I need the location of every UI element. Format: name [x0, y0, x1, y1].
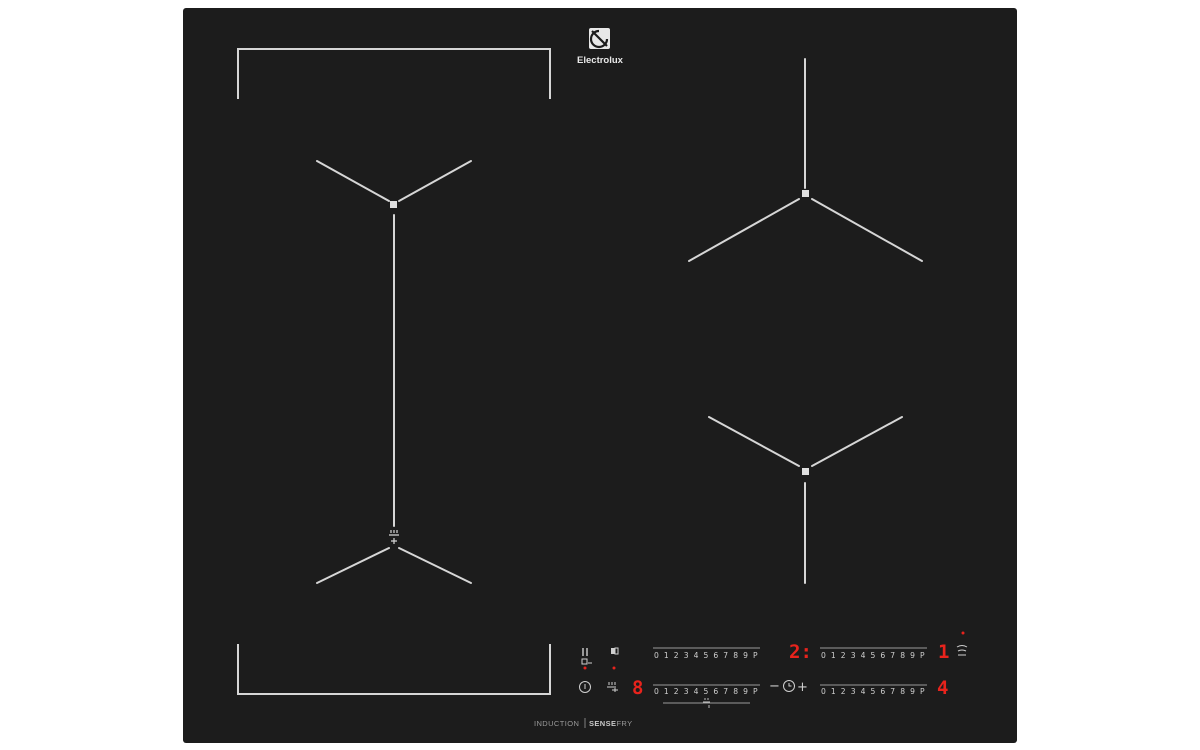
slider-level-7[interactable]: 7	[723, 651, 728, 660]
slider-level-1[interactable]: 1	[664, 651, 669, 660]
timer-minus-button[interactable]: −	[769, 679, 780, 694]
slider-level-5[interactable]: 5	[871, 687, 876, 696]
right-top-zone	[688, 58, 923, 262]
slider-level-2[interactable]: 2	[674, 651, 679, 660]
slider-level-0[interactable]: 0	[654, 651, 659, 660]
slider-level-2[interactable]: 2	[841, 651, 846, 660]
left-flexi-zone	[316, 160, 472, 584]
slider-level-1[interactable]: 1	[831, 687, 836, 696]
indicator-dot	[961, 631, 965, 635]
slider-top-right[interactable]: 0123456789P	[821, 651, 925, 660]
slider-level-8[interactable]: 8	[900, 687, 905, 696]
power-display-bottom-right: 4	[937, 677, 948, 699]
power-display-bottom-left: 8	[632, 677, 643, 699]
indicator-dot	[612, 666, 616, 670]
slider-level-9[interactable]: 9	[910, 651, 915, 660]
power-button[interactable]	[579, 681, 591, 693]
slider-level-0[interactable]: 0	[821, 687, 826, 696]
footer-sensefry-label: SENSEFRY	[589, 719, 633, 728]
power-display-top-right: 1	[938, 641, 949, 663]
timer-plus-button[interactable]: +	[797, 680, 808, 695]
slider-level-6[interactable]: 6	[880, 651, 885, 660]
footer-fry-text: FRY	[616, 719, 632, 728]
slider-top-left[interactable]: 0123456789P	[654, 651, 758, 660]
slider-level-5[interactable]: 5	[704, 651, 709, 660]
slider-level-3[interactable]: 3	[851, 687, 856, 696]
slider-bottom-left[interactable]: 0123456789P	[654, 687, 758, 696]
slider-level-0[interactable]: 0	[821, 651, 826, 660]
slider-level-3[interactable]: 3	[684, 651, 689, 660]
slider-level-1[interactable]: 1	[664, 687, 669, 696]
slider-level-4[interactable]: 4	[861, 651, 866, 660]
slider-level-4[interactable]: 4	[694, 687, 699, 696]
slider-level-7[interactable]: 7	[723, 687, 728, 696]
zone-center-marker	[802, 468, 809, 475]
timer-clock-icon[interactable]	[783, 680, 795, 692]
zone-center-marker	[802, 190, 809, 197]
slider-level-2[interactable]: 2	[841, 687, 846, 696]
right-bottom-zone	[708, 416, 903, 584]
slider-level-6[interactable]: 6	[713, 687, 718, 696]
slider-level-2[interactable]: 2	[674, 687, 679, 696]
slider-level-6[interactable]: 6	[713, 651, 718, 660]
footer-induction-label: INDUCTION	[534, 719, 579, 728]
slider-level-1[interactable]: 1	[831, 651, 836, 660]
slider-level-5[interactable]: 5	[704, 687, 709, 696]
sensefry-zone-icon	[389, 530, 399, 544]
slider-level-9[interactable]: 9	[910, 687, 915, 696]
slider-level-3[interactable]: 3	[684, 687, 689, 696]
hob2hood-icon[interactable]	[581, 658, 592, 665]
indicator-dot	[583, 666, 587, 670]
slider-level-4[interactable]: 4	[861, 687, 866, 696]
zone-center-marker	[390, 201, 397, 208]
slider-level-9[interactable]: 9	[743, 687, 748, 696]
slider-level-8[interactable]: 8	[733, 651, 738, 660]
power-display-top-left: 2:	[789, 641, 812, 663]
hob2hood-zone-icon[interactable]	[956, 645, 968, 656]
slider-level-9[interactable]: 9	[743, 651, 748, 660]
slider-level-3[interactable]: 3	[851, 651, 856, 660]
sensefry-button-icon[interactable]	[607, 682, 618, 692]
slider-bottom-right[interactable]: 0123456789P	[821, 687, 925, 696]
slider-level-7[interactable]: 7	[890, 687, 895, 696]
brand-name: Electrolux	[577, 55, 624, 66]
slider-level-P[interactable]: P	[920, 687, 925, 696]
slider-level-P[interactable]: P	[753, 651, 758, 660]
slider-level-0[interactable]: 0	[654, 687, 659, 696]
slider-level-8[interactable]: 8	[900, 651, 905, 660]
slider-level-6[interactable]: 6	[880, 687, 885, 696]
slider-level-P[interactable]: P	[920, 651, 925, 660]
slider-level-P[interactable]: P	[753, 687, 758, 696]
pause-button[interactable]	[582, 648, 588, 656]
footer-sense-text: SENSE	[589, 719, 616, 728]
slider-level-5[interactable]: 5	[871, 651, 876, 660]
brand-logo: Electrolux	[577, 28, 624, 66]
slider-level-4[interactable]: 4	[694, 651, 699, 660]
lock-button[interactable]	[611, 647, 619, 655]
slider-level-8[interactable]: 8	[733, 687, 738, 696]
slider-level-7[interactable]: 7	[890, 651, 895, 660]
